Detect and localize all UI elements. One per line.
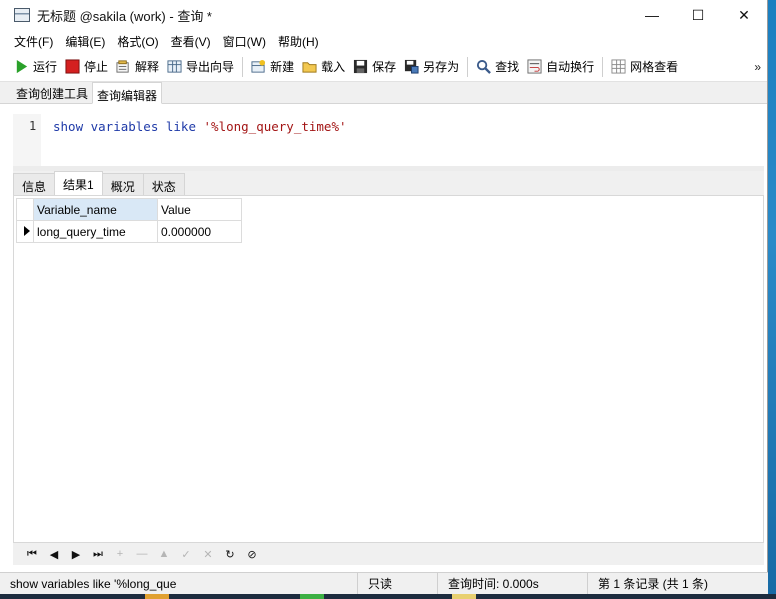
folder-icon bbox=[302, 62, 317, 73]
column-header-variable-name[interactable]: Variable_name bbox=[33, 198, 158, 221]
row-indicator[interactable] bbox=[16, 220, 34, 243]
next-record-icon[interactable]: ▶ bbox=[65, 548, 87, 561]
minimize-button[interactable]: — bbox=[629, 0, 675, 30]
discard-changes-icon[interactable]: ✕ bbox=[197, 548, 219, 561]
load-button[interactable]: 载入 bbox=[298, 55, 349, 79]
toolbar-overflow-icon[interactable]: » bbox=[754, 61, 761, 73]
sql-keywords: show variables like bbox=[53, 119, 204, 134]
tab-result-1[interactable]: 结果1 bbox=[54, 171, 103, 195]
window-title: 无标题 @sakila (work) - 查询 * bbox=[37, 8, 212, 24]
new-label: 新建 bbox=[270, 60, 295, 74]
toolbar-separator bbox=[242, 56, 244, 77]
explain-icon bbox=[116, 60, 129, 73]
table-row[interactable]: long_query_time 0.000000 bbox=[16, 220, 242, 243]
previous-record-icon[interactable]: ◀ bbox=[43, 548, 65, 561]
save-as-icon bbox=[405, 59, 419, 74]
toolbar: 运行 停止 解释 导出向导 新建 载入 保存 另存为 查找 自动换行 网格查看 … bbox=[0, 52, 767, 82]
edit-record-icon[interactable]: ▲ bbox=[153, 548, 175, 560]
tab-info[interactable]: 信息 bbox=[13, 173, 56, 195]
add-record-icon[interactable]: + bbox=[109, 548, 131, 560]
editor-mode-tabs: 查询创建工具 查询编辑器 bbox=[0, 82, 767, 104]
menu-window[interactable]: 窗口(W) bbox=[217, 33, 272, 50]
tab-query-editor[interactable]: 查询编辑器 bbox=[92, 82, 163, 104]
find-button[interactable]: 查找 bbox=[472, 55, 523, 79]
explain-label: 解释 bbox=[135, 60, 160, 74]
status-sql: show variables like '%long_que bbox=[0, 572, 358, 595]
sql-string-literal: '%long_query_time%' bbox=[203, 119, 347, 134]
grid-cell[interactable]: 0.000000 bbox=[157, 220, 242, 243]
delete-record-icon[interactable]: — bbox=[131, 548, 153, 560]
menu-view[interactable]: 查看(V) bbox=[165, 33, 217, 50]
tab-query-builder[interactable]: 查询创建工具 bbox=[12, 81, 92, 103]
grid-icon bbox=[611, 59, 626, 74]
run-button[interactable]: 运行 bbox=[10, 55, 61, 79]
save-as-label: 另存为 bbox=[423, 60, 460, 74]
stop-loading-icon[interactable]: ⊘ bbox=[241, 548, 263, 561]
save-as-button[interactable]: 另存为 bbox=[400, 55, 463, 79]
tab-profile[interactable]: 概况 bbox=[101, 173, 144, 195]
last-record-icon[interactable]: ⏭ bbox=[87, 548, 109, 561]
export-wizard-button[interactable]: 导出向导 bbox=[163, 55, 238, 79]
result-tabs: 信息 结果1 概况 状态 bbox=[13, 171, 764, 195]
close-button[interactable]: ✕ bbox=[721, 0, 767, 30]
record-navigator: ⏮ ◀ ▶ ⏭ + — ▲ ✓ ✕ ↻ ⊘ bbox=[13, 543, 764, 565]
grid-header-row: Variable_name Value bbox=[16, 198, 242, 221]
stop-label: 停止 bbox=[84, 60, 109, 74]
current-row-arrow-icon bbox=[24, 225, 30, 236]
search-icon bbox=[477, 59, 492, 74]
load-label: 载入 bbox=[321, 60, 346, 74]
run-label: 运行 bbox=[33, 60, 58, 74]
title-bar[interactable]: 无标题 @sakila (work) - 查询 * — ☐ ✕ bbox=[0, 0, 767, 30]
window-controls: — ☐ ✕ bbox=[629, 0, 767, 30]
save-button[interactable]: 保存 bbox=[349, 55, 400, 79]
taskbar bbox=[0, 594, 776, 599]
line-number: 1 bbox=[29, 119, 37, 133]
taskbar-app-icon[interactable] bbox=[145, 594, 169, 599]
sql-editor[interactable]: 1 show variables like '%long_query_time%… bbox=[13, 114, 764, 166]
app-table-icon bbox=[14, 8, 30, 22]
find-label: 查找 bbox=[495, 60, 520, 74]
save-disk-icon bbox=[354, 59, 368, 74]
taskbar-app-icon[interactable] bbox=[300, 594, 324, 599]
grid-cell[interactable]: long_query_time bbox=[33, 220, 158, 243]
word-wrap-button[interactable]: 自动换行 bbox=[523, 55, 598, 79]
menu-help[interactable]: 帮助(H) bbox=[272, 33, 325, 50]
play-icon bbox=[16, 59, 28, 74]
maximize-button[interactable]: ☐ bbox=[675, 0, 721, 30]
export-grid-icon bbox=[167, 60, 182, 73]
status-records: 第 1 条记录 (共 1 条) bbox=[598, 577, 709, 591]
menu-file[interactable]: 文件(F) bbox=[8, 33, 59, 50]
apply-changes-icon[interactable]: ✓ bbox=[175, 548, 197, 561]
first-record-icon[interactable]: ⏮ bbox=[21, 548, 43, 561]
toolbar-separator bbox=[467, 56, 469, 77]
column-header-value[interactable]: Value bbox=[157, 198, 242, 221]
result-grid: Variable_name Value long_query_time 0.00… bbox=[16, 198, 242, 243]
grid-view-label: 网格查看 bbox=[630, 60, 679, 74]
menu-format[interactable]: 格式(O) bbox=[111, 33, 164, 50]
explain-button[interactable]: 解释 bbox=[112, 55, 163, 79]
status-bar: show variables like '%long_que 只读 查询时间: … bbox=[0, 572, 768, 595]
stop-button[interactable]: 停止 bbox=[61, 55, 112, 79]
export-wizard-label: 导出向导 bbox=[186, 60, 235, 74]
word-wrap-icon bbox=[527, 59, 542, 74]
grid-view-button[interactable]: 网格查看 bbox=[607, 55, 682, 79]
refresh-icon[interactable]: ↻ bbox=[219, 548, 241, 561]
stop-icon bbox=[65, 59, 80, 74]
menu-edit[interactable]: 编辑(E) bbox=[59, 33, 111, 50]
save-label: 保存 bbox=[372, 60, 397, 74]
status-query-time: 查询时间: 0.000s bbox=[438, 572, 588, 595]
toolbar-separator bbox=[602, 56, 604, 77]
word-wrap-label: 自动换行 bbox=[546, 60, 595, 74]
new-query-icon bbox=[251, 59, 266, 73]
status-mode: 只读 bbox=[358, 572, 438, 595]
menu-bar: 文件(F) 编辑(E) 格式(O) 查看(V) 窗口(W) 帮助(H) bbox=[0, 30, 767, 52]
sql-code-line[interactable]: show variables like '%long_query_time%' bbox=[53, 119, 347, 134]
tab-status[interactable]: 状态 bbox=[142, 173, 185, 195]
row-indicator-header bbox=[16, 198, 34, 221]
result-grid-area[interactable]: Variable_name Value long_query_time 0.00… bbox=[13, 195, 764, 543]
new-button[interactable]: 新建 bbox=[247, 55, 298, 79]
taskbar-app-icon[interactable] bbox=[452, 594, 476, 599]
line-gutter bbox=[13, 114, 41, 166]
query-window: 无标题 @sakila (work) - 查询 * — ☐ ✕ 文件(F) 编辑… bbox=[0, 0, 768, 599]
